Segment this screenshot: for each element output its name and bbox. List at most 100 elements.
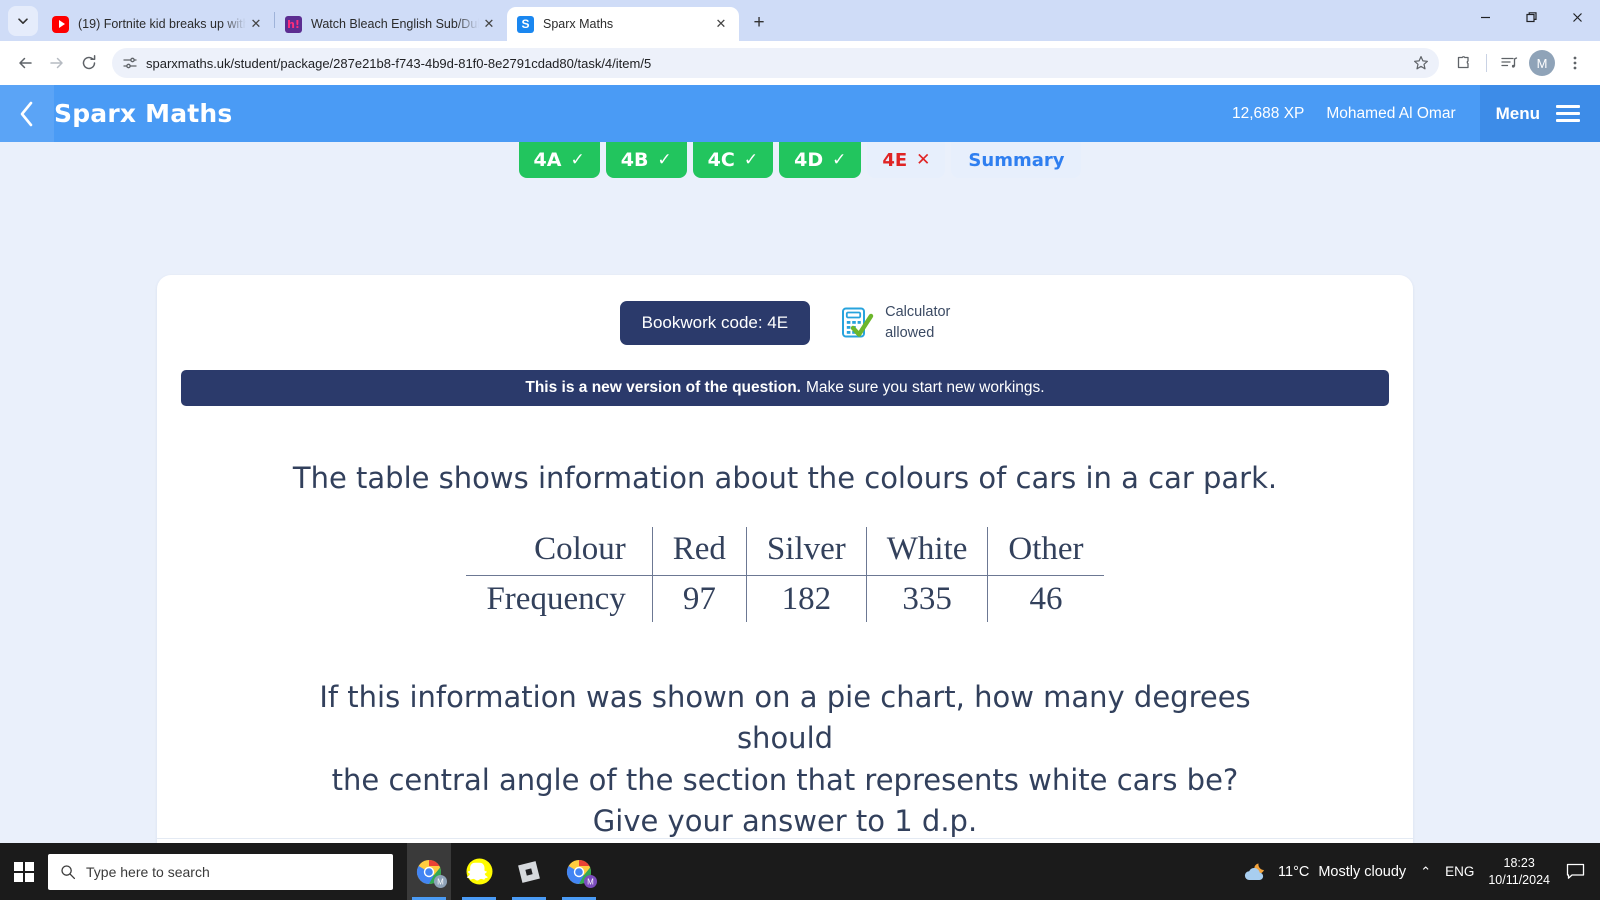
- task-tab-4a[interactable]: 4A ✓: [518, 142, 600, 178]
- sparx-page: Sparx Maths 12,688 XP Mohamed Al Omar Me…: [0, 85, 1600, 843]
- minimize-button[interactable]: [1462, 0, 1508, 34]
- url-text: sparxmaths.uk/student/package/287e21b8-f…: [146, 55, 652, 71]
- browser-tab-youtube[interactable]: (19) Fortnite kid breaks up with ✕: [42, 7, 274, 41]
- question-prompt-line-3: Give your answer to 1 d.p.: [592, 804, 978, 839]
- menu-button[interactable]: Menu: [1479, 85, 1600, 142]
- tab-close-button[interactable]: ✕: [711, 14, 731, 34]
- table-cell: 335: [865, 575, 988, 622]
- browser-toolbar: sparxmaths.uk/student/package/287e21b8-f…: [0, 41, 1600, 85]
- chevron-left-icon: [20, 101, 33, 126]
- media-control-button[interactable]: [1494, 48, 1524, 78]
- weather-widget[interactable]: 11°C Mostly cloudy: [1241, 860, 1406, 884]
- task-tab-label: 4A: [533, 149, 562, 171]
- hianime-icon: h!: [285, 15, 302, 33]
- tray-overflow-button[interactable]: ⌃: [1420, 864, 1431, 880]
- check-icon: ✓: [832, 150, 847, 170]
- windows-start-icon: [14, 861, 34, 882]
- table-header-cell: White: [865, 527, 988, 576]
- taskbar-system-tray: 11°C Mostly cloudy ⌃ ENG 18:23 10/11/202…: [1241, 855, 1600, 889]
- maximize-button[interactable]: [1508, 0, 1554, 34]
- taskbar-search-placeholder: Type here to search: [86, 863, 210, 880]
- reload-icon: [82, 55, 96, 70]
- tab-close-button[interactable]: ✕: [246, 14, 266, 34]
- tab-search-button[interactable]: [8, 6, 38, 36]
- svg-text:M: M: [587, 877, 594, 886]
- search-icon: [61, 864, 76, 879]
- browser-tab-hianime[interactable]: h! Watch Bleach English Sub/Dub ✕: [275, 7, 507, 41]
- task-tab-4b[interactable]: 4B ✓: [605, 142, 687, 178]
- toolbar-divider: [1486, 54, 1487, 72]
- browser-window: (19) Fortnite kid breaks up with ✕ h! Wa…: [0, 0, 1600, 843]
- banner-rest-text: Make sure you start new workings.: [805, 379, 1045, 396]
- forward-button[interactable]: [42, 48, 72, 78]
- new-tab-button[interactable]: +: [745, 9, 773, 37]
- table-header-cell: Red: [651, 527, 747, 576]
- bookmark-star-button[interactable]: [1407, 49, 1435, 77]
- arrow-right-icon: [50, 57, 63, 69]
- language-indicator[interactable]: ENG: [1445, 864, 1474, 879]
- night-cloud-icon: [1244, 863, 1265, 880]
- task-tab-4c[interactable]: 4C ✓: [692, 142, 774, 178]
- clock-time: 18:23: [1503, 855, 1535, 870]
- new-version-banner: This is a new version of the question. M…: [181, 370, 1389, 406]
- svg-text:M: M: [437, 877, 444, 886]
- question-stem: The table shows information about the co…: [292, 461, 1278, 495]
- close-button[interactable]: [1554, 0, 1600, 34]
- clock-date: 10/11/2024: [1488, 872, 1550, 887]
- chrome-profile-badge-m: M: [434, 875, 447, 888]
- check-icon: ✓: [743, 150, 759, 170]
- table-row-frequency: Frequency 97 182 335 46: [466, 575, 1104, 622]
- weather-condition: Mostly cloudy: [1318, 863, 1407, 880]
- media-list-icon: [1501, 57, 1518, 68]
- sparx-icon: S: [517, 15, 534, 33]
- app-header-right: 12,688 XP Mohamed Al Omar Menu: [1232, 85, 1600, 142]
- weather-temperature: 11°C: [1278, 863, 1310, 880]
- table-cell: 182: [745, 575, 867, 622]
- taskbar-snapchat[interactable]: [457, 843, 501, 900]
- task-tab-4d[interactable]: 4D ✓: [779, 142, 862, 178]
- notification-button[interactable]: [1564, 861, 1586, 883]
- roblox-icon: [518, 860, 540, 883]
- tab-title: Sparx Maths: [543, 17, 614, 31]
- user-name: Mohamed Al Omar: [1326, 104, 1456, 122]
- cross-icon: ✕: [916, 150, 931, 170]
- taskbar-clock[interactable]: 18:23 10/11/2024: [1488, 855, 1550, 889]
- minimize-icon: [1480, 16, 1490, 18]
- taskbar-search-box[interactable]: Type here to search: [48, 853, 393, 890]
- chrome-menu-button[interactable]: [1560, 48, 1590, 78]
- tab-close-button[interactable]: ✕: [479, 14, 499, 34]
- calculator-line-2: allowed: [885, 325, 935, 341]
- profile-avatar[interactable]: M: [1529, 50, 1555, 76]
- taskbar-chrome-1[interactable]: M: [407, 843, 451, 900]
- extensions-button[interactable]: [1449, 48, 1479, 78]
- app-back-button[interactable]: [0, 85, 54, 142]
- table-cell: 97: [651, 575, 747, 622]
- chevron-down-icon: [18, 18, 28, 24]
- menu-label: Menu: [1495, 103, 1540, 123]
- start-button[interactable]: [0, 843, 48, 900]
- tab-strip: (19) Fortnite kid breaks up with ✕ h! Wa…: [0, 0, 1600, 41]
- taskbar-chrome-2[interactable]: M: [557, 843, 601, 900]
- taskbar-roblox[interactable]: [507, 843, 551, 900]
- window-controls: [1462, 0, 1600, 41]
- task-tabs: 4A ✓ 4B ✓ 4C ✓ 4D ✓ 4E ✕ Summary: [0, 142, 1600, 178]
- task-tab-label: 4C: [707, 149, 735, 171]
- reload-button[interactable]: [74, 48, 104, 78]
- table-header-cell: Other: [987, 527, 1104, 576]
- task-tab-label: 4D: [794, 149, 824, 171]
- task-tab-label: Summary: [968, 149, 1065, 171]
- tune-icon[interactable]: [122, 55, 138, 71]
- task-tab-summary[interactable]: Summary: [951, 142, 1082, 178]
- calculator-allowed: Calculator allowed: [838, 302, 950, 344]
- back-button[interactable]: [10, 48, 40, 78]
- question-card: Bookwork code: 4E Calculator allowed Thi…: [157, 275, 1413, 843]
- taskbar-pinned-apps: M M: [407, 843, 601, 900]
- task-tab-4e[interactable]: 4E ✕: [867, 142, 946, 178]
- tab-title: (19) Fortnite kid breaks up with: [78, 17, 246, 31]
- kebab-menu-icon: [1573, 56, 1577, 70]
- star-icon: [1414, 56, 1428, 70]
- browser-tab-sparx-maths[interactable]: S Sparx Maths ✕: [507, 7, 739, 41]
- address-bar[interactable]: sparxmaths.uk/student/package/287e21b8-f…: [112, 48, 1439, 78]
- youtube-icon: [52, 15, 69, 33]
- windows-taskbar: Type here to search M M 11°C Mostly clou…: [0, 843, 1600, 900]
